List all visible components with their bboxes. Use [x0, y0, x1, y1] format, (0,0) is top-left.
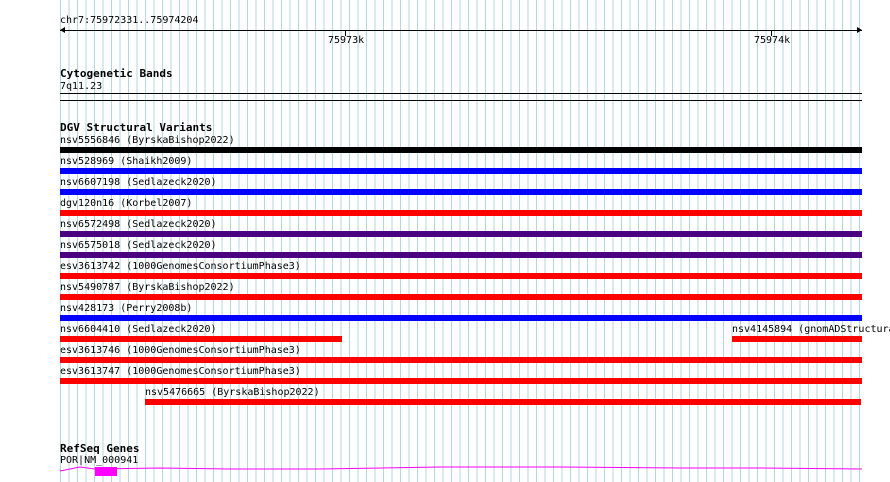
variant-label[interactable]: nsv6604410 (Sedlazeck2020): [60, 324, 217, 335]
refseq-track-title: RefSeq Genes: [60, 442, 140, 455]
gene-intron-line: [60, 466, 862, 472]
variant-bar[interactable]: [60, 231, 862, 237]
variant-label[interactable]: nsv6575018 (Sedlazeck2020): [60, 240, 217, 251]
variant-label[interactable]: nsv6572498 (Sedlazeck2020): [60, 219, 217, 230]
variant-bar[interactable]: [60, 189, 862, 195]
variant-label[interactable]: nsv5490787 (ByrskaBishop2022): [60, 282, 235, 293]
gene-model[interactable]: [60, 462, 862, 478]
variant-bar[interactable]: [60, 210, 862, 216]
variant-label[interactable]: nsv5476665 (ByrskaBishop2022): [145, 387, 320, 398]
cytoband-bar-bottom: [60, 100, 862, 101]
variant-bar[interactable]: [60, 378, 862, 384]
variant-label[interactable]: nsv428173 (Perry2008b): [60, 303, 192, 314]
variant-label[interactable]: nsv6607198 (Sedlazeck2020): [60, 177, 217, 188]
dgv-track-title: DGV Structural Variants: [60, 121, 213, 134]
ruler-coordinates: chr7:75972331..75974204: [60, 15, 199, 26]
scroll-left-arrow-icon[interactable]: [60, 27, 65, 33]
scroll-right-arrow-icon[interactable]: [857, 27, 862, 33]
cytobands-track-title: Cytogenetic Bands: [60, 67, 173, 80]
variant-bar[interactable]: [732, 336, 862, 342]
variant-label[interactable]: nsv528969 (Shaikh2009): [60, 156, 192, 167]
variant-label[interactable]: nsv4145894 (gnomADStructura: [732, 324, 890, 335]
variant-bar[interactable]: [60, 315, 862, 321]
gene-exon: [95, 467, 117, 476]
cytoband-bar-top: [60, 93, 862, 94]
cytoband-label[interactable]: 7q11.23: [60, 81, 102, 92]
variant-bar[interactable]: [60, 357, 862, 363]
variant-bar[interactable]: [60, 273, 862, 279]
variant-bar[interactable]: [60, 294, 862, 300]
variant-label[interactable]: dgv120n16 (Korbel2007): [60, 198, 192, 209]
variant-bar[interactable]: [60, 147, 862, 153]
variant-label[interactable]: esv3613746 (1000GenomesConsortiumPhase3): [60, 345, 301, 356]
variant-label[interactable]: nsv5556846 (ByrskaBishop2022): [60, 135, 235, 146]
ruler-tick-label: 75974k: [754, 35, 791, 46]
variant-bar[interactable]: [145, 399, 861, 405]
ruler-tick-label: 75973k: [328, 35, 365, 46]
variant-label[interactable]: esv3613742 (1000GenomesConsortiumPhase3): [60, 261, 301, 272]
variant-bar[interactable]: [60, 252, 862, 258]
variant-label[interactable]: esv3613747 (1000GenomesConsortiumPhase3): [60, 366, 301, 377]
variant-bar[interactable]: [60, 168, 862, 174]
ruler-axis[interactable]: [60, 30, 862, 31]
variant-bar[interactable]: [60, 336, 342, 342]
